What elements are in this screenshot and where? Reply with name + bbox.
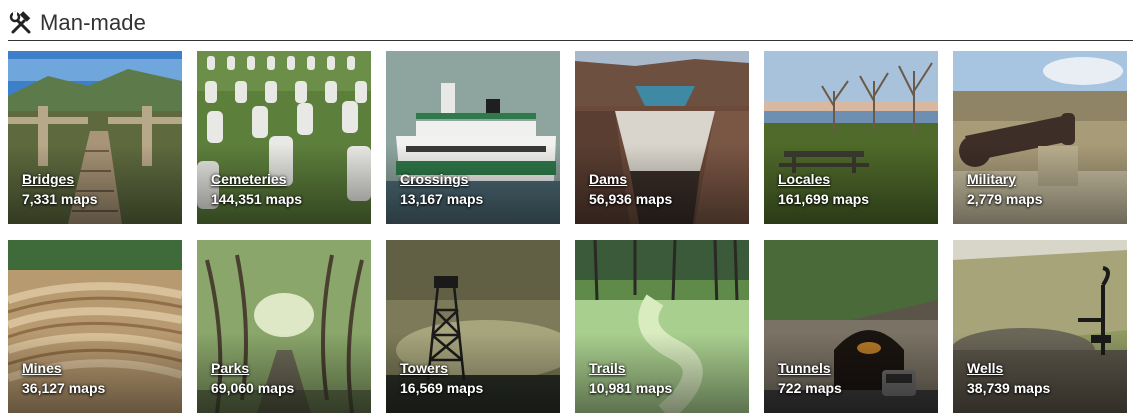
category-label: Parks [211, 360, 250, 376]
category-tile-towers[interactable]: Towers 16,569 maps [386, 240, 560, 413]
category-label: Mines [22, 360, 62, 376]
category-count: 69,060 maps [211, 380, 295, 396]
category-count: 10,981 maps [589, 380, 673, 396]
category-tile-parks[interactable]: Parks 69,060 maps [197, 240, 371, 413]
category-tile-cemeteries[interactable]: Cemeteries 144,351 maps [197, 51, 371, 224]
category-tile-wells[interactable]: Wells 38,739 maps [953, 240, 1127, 413]
category-count: 144,351 maps [211, 191, 303, 207]
category-tile-mines[interactable]: Mines 36,127 maps [8, 240, 182, 413]
category-label: Crossings [400, 171, 469, 187]
category-count: 722 maps [778, 380, 842, 396]
category-label: Military [967, 171, 1017, 187]
category-tile-military[interactable]: Military 2,779 maps [953, 51, 1127, 224]
section-title: Man-made [40, 10, 146, 35]
category-tile-bridges[interactable]: Bridges 7,331 maps [8, 51, 182, 224]
category-count: 2,779 maps [967, 191, 1043, 207]
category-count: 7,331 maps [22, 191, 98, 207]
category-label: Wells [967, 360, 1004, 376]
hammer-wrench-icon [8, 10, 34, 36]
category-count: 161,699 maps [778, 191, 870, 207]
man-made-section: Man-made Bridges 7,331 maps Cemeteries 1… [0, 0, 1133, 418]
category-label: Locales [778, 171, 831, 187]
category-tile-dams[interactable]: Dams 56,936 maps [575, 51, 749, 224]
category-tile-tunnels[interactable]: Tunnels 722 maps [764, 240, 938, 413]
section-header: Man-made [8, 6, 1133, 41]
category-grid: Bridges 7,331 maps Cemeteries 144,351 ma… [8, 51, 1128, 413]
category-label: Trails [589, 360, 626, 376]
category-tile-crossings[interactable]: Crossings 13,167 maps [386, 51, 560, 224]
category-label: Tunnels [778, 360, 831, 376]
category-count: 16,569 maps [400, 380, 484, 396]
category-count: 13,167 maps [400, 191, 484, 207]
category-tile-trails[interactable]: Trails 10,981 maps [575, 240, 749, 413]
category-label: Bridges [22, 171, 75, 187]
category-count: 38,739 maps [967, 380, 1051, 396]
category-label: Towers [400, 360, 448, 376]
category-label: Cemeteries [211, 171, 287, 187]
category-label: Dams [589, 171, 628, 187]
category-count: 36,127 maps [22, 380, 106, 396]
category-count: 56,936 maps [589, 191, 673, 207]
category-tile-locales[interactable]: Locales 161,699 maps [764, 51, 938, 224]
